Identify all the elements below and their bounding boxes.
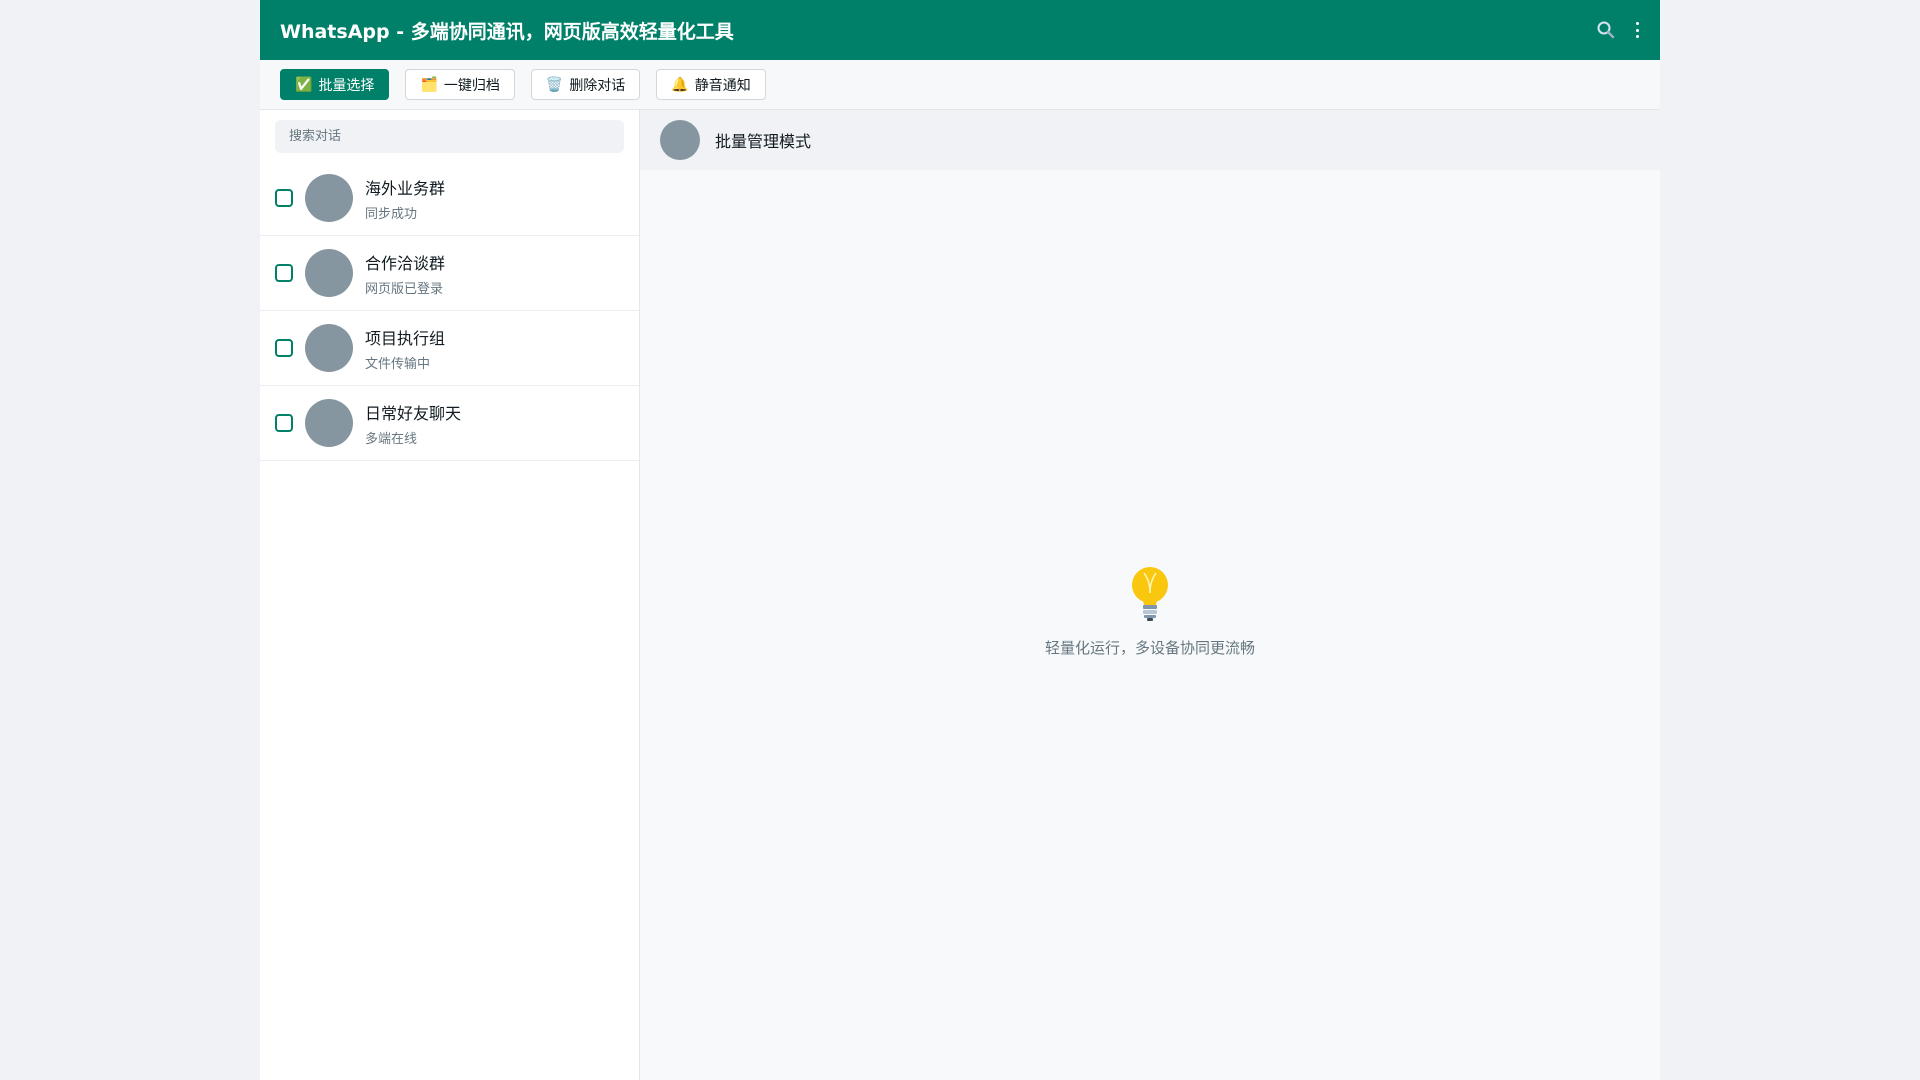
chat-status: 同步成功 [365,206,418,222]
avatar [305,174,353,222]
chat-name: 合作洽谈群 [365,253,446,273]
app-title: WhatsApp - 多端协同通讯，网页版高效轻量化工具 [280,20,734,43]
main-area: 海外业务群 同步成功 合作洽谈群 网页版已登录 项目执行组 文件传输中 [260,110,1660,1080]
chat-name: 项目执行组 [365,328,446,348]
batch-select-button[interactable]: ✅ 批量选择 [280,69,390,100]
chat-sidebar: 海外业务群 同步成功 合作洽谈群 网页版已登录 项目执行组 文件传输中 [260,110,640,1080]
search-icon[interactable] [1596,20,1616,40]
lightbulb-icon [1132,566,1168,621]
chat-select-checkbox[interactable] [275,189,293,207]
empty-state-text: 轻量化运行，多设备协同更流畅 [1044,638,1255,657]
avatar [660,120,700,160]
whatsapp-web-app: WhatsApp - 多端协同通讯，网页版高效轻量化工具 ✅ 批量选择 🗂️ 一… [260,0,1660,1080]
avatar [305,324,353,372]
chat-status: 多端在线 [365,431,418,447]
chat-text: 项目执行组 文件传输中 [365,325,445,372]
archive-all-button[interactable]: 🗂️ 一键归档 [405,69,515,100]
chat-list-item[interactable]: 项目执行组 文件传输中 [260,311,639,386]
header-actions [1596,20,1640,40]
mute-notification-label: 静音通知 [694,77,751,94]
trash-icon: 🗑️ [545,76,564,93]
empty-state: 轻量化运行，多设备协同更流畅 [640,170,1660,1080]
conversation-header: 批量管理模式 [640,110,1660,170]
chat-text: 日常好友聊天 多端在线 [365,400,461,447]
archive-folder-icon: 🗂️ [420,76,438,93]
delete-chat-label: 删除对话 [569,77,626,94]
search-wrapper [260,110,639,161]
chat-select-checkbox[interactable] [275,264,293,282]
chat-list-item[interactable]: 合作洽谈群 网页版已登录 [260,236,639,311]
chat-name: 日常好友聊天 [365,403,462,423]
chat-select-checkbox[interactable] [275,414,293,432]
chat-name: 海外业务群 [365,178,446,198]
chat-select-checkbox[interactable] [275,339,293,357]
avatar [305,249,353,297]
search-input[interactable] [275,120,624,153]
top-header: WhatsApp - 多端协同通讯，网页版高效轻量化工具 [260,0,1660,60]
batch-select-label: 批量选择 [318,77,375,94]
chat-list-item[interactable]: 海外业务群 同步成功 [260,161,639,236]
chat-status: 网页版已登录 [365,281,444,297]
kebab-menu-icon[interactable] [1634,22,1640,38]
bell-icon: 🔔 [671,76,689,93]
batch-toolbar: ✅ 批量选择 🗂️ 一键归档 🗑️ 删除对话 🔔 静音通知 [260,60,1660,110]
chat-list-item[interactable]: 日常好友聊天 多端在线 [260,386,639,461]
delete-chat-button[interactable]: 🗑️ 删除对话 [530,69,641,100]
check-mark-icon: ✅ [295,76,313,93]
chat-status: 文件传输中 [365,356,431,372]
chat-text: 海外业务群 同步成功 [365,175,445,222]
mute-notification-button[interactable]: 🔔 静音通知 [656,69,766,100]
archive-all-label: 一键归档 [443,77,500,94]
conversation-panel: 批量管理模式 轻量化运行，多设备协同更流畅 [640,110,1660,1080]
chat-text: 合作洽谈群 网页版已登录 [365,250,445,297]
conversation-title: 批量管理模式 [715,132,812,151]
avatar [305,399,353,447]
